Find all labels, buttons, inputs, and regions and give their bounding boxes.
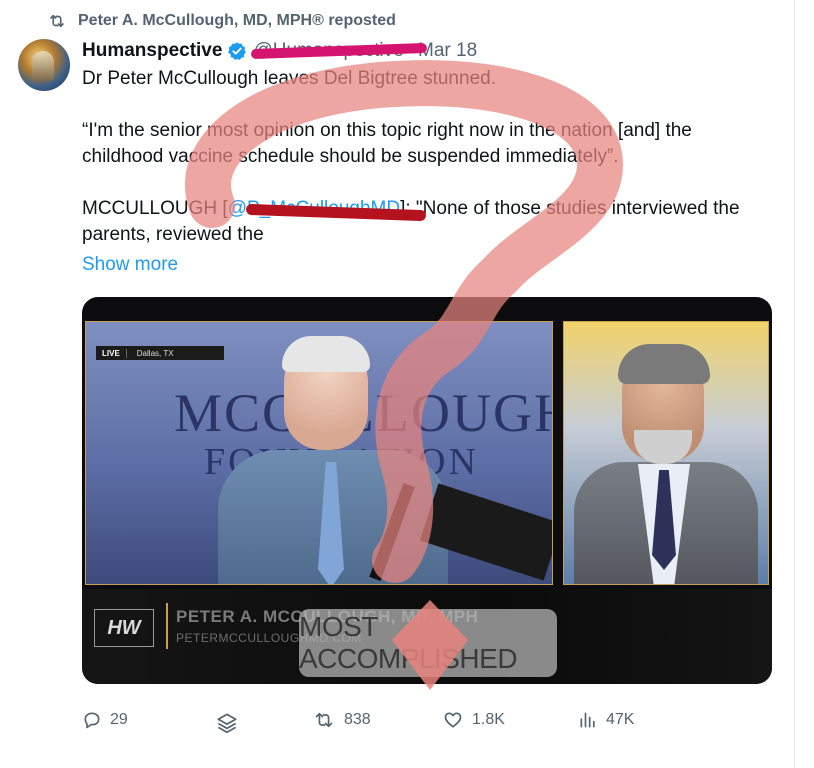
mention-link[interactable]: @P_McCulloughMD — [228, 198, 426, 222]
repost-icon — [48, 12, 66, 30]
tweet-text-line-1: Dr Peter McCullough leaves Del Bigtree s… — [82, 68, 496, 89]
tweet-text-line-2: “I'm the senior most opinion on this top… — [82, 120, 692, 167]
heart-icon — [442, 710, 464, 730]
avatar[interactable] — [18, 39, 70, 91]
verified-badge-icon — [227, 41, 247, 61]
video-panel-host — [563, 321, 769, 585]
show-more-link[interactable]: Show more — [82, 254, 178, 276]
like-action[interactable]: 1.8K — [442, 710, 505, 730]
display-name[interactable]: Humanspective — [82, 40, 222, 62]
live-label: LIVE — [96, 348, 127, 358]
repost-count: 838 — [344, 711, 371, 728]
tweet-header: Humanspective @Humanspective · Mar 18 — [82, 38, 477, 64]
layers-icon — [214, 710, 240, 736]
video-media[interactable]: MCCULLOUGH FOUNDATION LIVE Dallas, TX HW… — [82, 297, 772, 684]
views-action[interactable]: 47K — [578, 710, 634, 730]
tweet-date[interactable]: Mar 18 — [418, 40, 477, 62]
handle[interactable]: @Humanspective — [251, 40, 428, 62]
tweet-actions: 29 838 1.8K 47K — [82, 710, 682, 738]
show-logo: HW — [94, 609, 154, 647]
tweet-body: Dr Peter McCullough leaves Del Bigtree s… — [82, 66, 772, 248]
repost-action[interactable]: 838 — [312, 710, 371, 730]
live-location: Dallas, TX — [136, 348, 174, 358]
live-badge: LIVE Dallas, TX — [96, 346, 224, 360]
reply-count: 29 — [110, 711, 128, 728]
grok-action[interactable] — [214, 710, 240, 736]
overlay-caption: MOST ACCOMPLISHED — [299, 609, 557, 677]
repost-indicator: Peter A. McCullough, MD, MPH® reposted — [48, 10, 396, 32]
tweet-text-line-3: MCCULLOUGH [@P_McCulloughMD]: "None of t… — [82, 196, 772, 248]
like-count: 1.8K — [472, 711, 505, 728]
reply-icon — [82, 710, 102, 730]
quote-speaker: MCCULLOUGH [ — [82, 198, 228, 219]
repost-label[interactable]: Peter A. McCullough, MD, MPH® reposted — [78, 12, 396, 30]
views-count: 47K — [606, 711, 635, 728]
video-panel-guest: MCCULLOUGH FOUNDATION LIVE Dallas, TX — [85, 321, 553, 585]
column-divider — [794, 0, 795, 768]
reply-action[interactable]: 29 — [82, 710, 128, 730]
views-chart-icon — [578, 710, 598, 730]
repost-action-icon — [312, 710, 336, 730]
